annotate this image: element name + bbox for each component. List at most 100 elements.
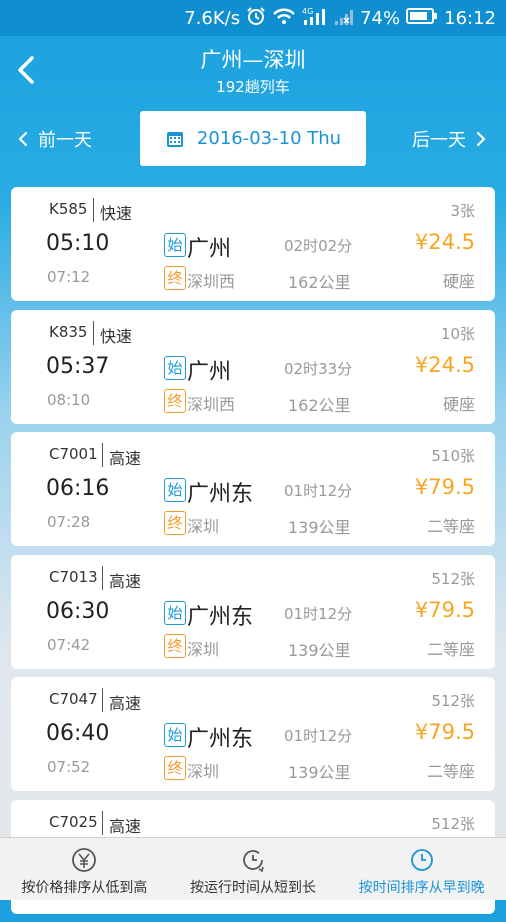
- distance: 162公里: [288, 273, 351, 292]
- price: ¥79.5: [414, 597, 475, 622]
- calendar-icon: [166, 131, 183, 147]
- signal-no-sim-icon: [334, 6, 354, 31]
- prev-day-label: 前一天: [38, 130, 92, 151]
- arrive-time: 08:10: [47, 390, 91, 409]
- train-card[interactable]: C7047 高速 512张 06:40 07:52 始 终 广州东 深圳 01时…: [11, 677, 495, 791]
- from-station: 广州: [187, 359, 232, 385]
- arrive-time: 07:42: [47, 635, 91, 654]
- depart-time: 05:37: [46, 353, 110, 379]
- distance: 139公里: [288, 518, 351, 537]
- duration: 01时12分: [284, 482, 353, 500]
- train-type: 高速: [109, 694, 142, 713]
- prev-day-button[interactable]: 前一天: [18, 126, 92, 152]
- wifi-icon: [272, 6, 296, 31]
- seat-class: 二等座: [426, 762, 475, 781]
- price: ¥79.5: [414, 720, 475, 744]
- clock-arrow-icon: [243, 850, 264, 873]
- divider: [102, 443, 103, 467]
- sort-by-price-label: 按价格排序从低到高: [21, 880, 148, 896]
- divider: [102, 565, 103, 590]
- end-badge: 终: [164, 266, 186, 290]
- train-type: 高速: [109, 816, 142, 836]
- train-type: 高速: [109, 571, 142, 591]
- depart-time: 06:30: [46, 598, 110, 624]
- sort-bar: 按价格排序从低到高 按运行时间从短到长 按时间排序从早到晚: [0, 837, 506, 900]
- next-day-label: 后一天: [412, 130, 466, 151]
- ticket-count: 10张: [440, 324, 475, 343]
- sort-by-time-label: 按时间排序从早到晚: [358, 880, 485, 896]
- header: 广州—深圳 192趟列车: [0, 36, 506, 106]
- distance: 162公里: [288, 395, 351, 415]
- distance: 139公里: [288, 763, 351, 782]
- train-card[interactable]: C7001 高速 510张 06:16 07:28 始 终 广州东 深圳 01时…: [11, 432, 495, 546]
- train-list: K585 快速 3张 05:10 07:12 始 终 广州 深圳西 02时02分…: [11, 187, 495, 922]
- sort-by-duration-button[interactable]: 按运行时间从短到长: [169, 838, 338, 900]
- to-station: 深圳: [187, 639, 220, 659]
- start-badge: 始: [164, 723, 186, 747]
- duration: 01时12分: [284, 727, 353, 745]
- date-navigation: 前一天 2016-03-10 Thu 后一天: [0, 110, 506, 168]
- train-card[interactable]: C7013 高速 512张 06:30 07:42 始 终 广州东 深圳 01时…: [11, 554, 495, 669]
- chevron-right-icon: [476, 131, 486, 147]
- divider: [93, 320, 94, 345]
- train-type: 快速: [100, 204, 133, 223]
- seat-class: 二等座: [426, 517, 475, 536]
- to-station: 深圳: [187, 762, 220, 781]
- status-icons: 7.6K/s 4G 74% 16:12: [184, 0, 496, 36]
- next-day-button[interactable]: 后一天: [412, 126, 486, 152]
- from-station: 广州东: [187, 727, 254, 752]
- start-badge: 始: [164, 600, 186, 625]
- train-number: C7013: [49, 567, 98, 586]
- network-speed: 7.6K/s: [184, 7, 241, 29]
- depart-time: 06:40: [46, 721, 110, 746]
- price: ¥24.5: [414, 352, 475, 377]
- end-badge: 终: [164, 633, 186, 658]
- distance: 139公里: [288, 640, 351, 660]
- arrive-time: 07:52: [47, 758, 91, 776]
- ticket-count: 512张: [431, 814, 475, 833]
- from-station: 广州: [187, 237, 232, 262]
- end-badge: 终: [164, 388, 186, 413]
- sort-by-time-button[interactable]: 按时间排序从早到晚: [337, 838, 506, 900]
- train-number: K585: [49, 200, 88, 218]
- to-station: 深圳西: [187, 272, 236, 291]
- date-picker[interactable]: 2016-03-10 Thu: [140, 111, 366, 166]
- ticket-count: 512张: [431, 569, 475, 588]
- duration: 02时33分: [284, 359, 353, 378]
- start-badge: 始: [164, 233, 186, 257]
- to-station: 深圳: [187, 517, 220, 536]
- ticket-count: 3张: [450, 202, 475, 220]
- train-card[interactable]: K835 快速 10张 05:37 08:10 始 终 广州 深圳西 02时33…: [11, 309, 495, 424]
- duration: 02时02分: [284, 237, 353, 255]
- to-station: 深圳西: [187, 394, 236, 414]
- divider: [93, 198, 94, 222]
- train-card[interactable]: K585 快速 3张 05:10 07:12 始 终 广州 深圳西 02时02分…: [11, 187, 495, 301]
- arrive-time: 07:12: [47, 268, 91, 286]
- price: ¥24.5: [414, 230, 475, 254]
- duration: 01时12分: [284, 604, 353, 623]
- selected-date: 2016-03-10 Thu: [196, 128, 342, 149]
- divider: [102, 688, 103, 712]
- seat-class: 二等座: [426, 639, 475, 659]
- divider: [102, 810, 103, 835]
- signal-4g-icon: 4G: [302, 6, 328, 31]
- chevron-left-icon: [18, 131, 28, 147]
- sort-by-price-button[interactable]: 按价格排序从低到高: [0, 838, 169, 900]
- depart-time: 05:10: [46, 231, 110, 256]
- seat-class: 硬座: [442, 272, 475, 291]
- alarm-icon: [246, 6, 266, 31]
- ticket-count: 512张: [431, 692, 475, 710]
- ticket-count: 510张: [431, 447, 475, 465]
- train-count: 192趟列车: [216, 78, 290, 96]
- train-number: C7047: [49, 690, 98, 708]
- clock-icon: [410, 849, 433, 871]
- start-badge: 始: [164, 355, 186, 380]
- battery-icon: [406, 7, 438, 30]
- train-number: C7025: [49, 812, 98, 831]
- page-title: 广州—深圳: [200, 48, 306, 72]
- train-number: C7001: [49, 445, 98, 463]
- end-badge: 终: [164, 756, 186, 780]
- depart-time: 06:16: [46, 476, 110, 501]
- from-station: 广州东: [187, 604, 254, 630]
- start-badge: 始: [164, 478, 186, 502]
